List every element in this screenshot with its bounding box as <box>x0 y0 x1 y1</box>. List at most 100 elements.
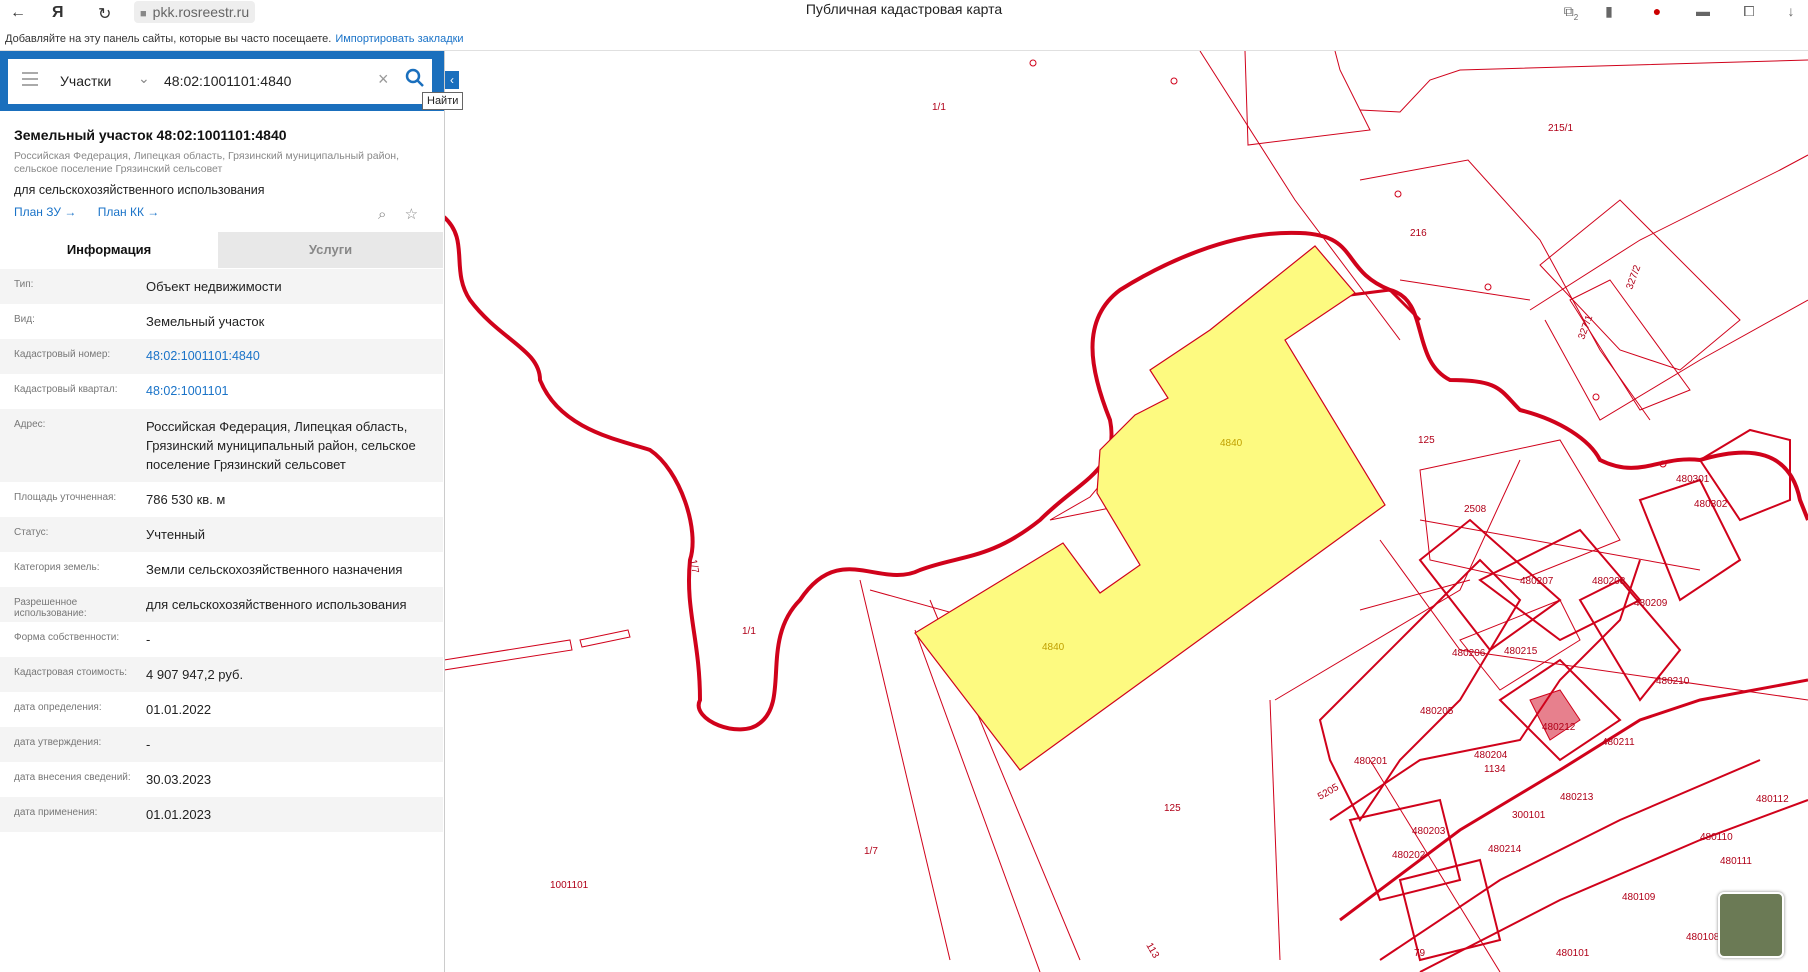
map-label: 480109 <box>1622 892 1656 903</box>
browser-toolbar: ← Я ↻ ■ pkk.rosreestr.ru Публичная кадаст… <box>0 0 1808 28</box>
map-label: 480208 <box>1592 576 1626 587</box>
tab-title: Публичная кадастровая карта <box>805 1 1003 17</box>
info-row: Категория земель: Земли сельскохозяйствен… <box>0 552 443 587</box>
info-row-label: Форма собственности: <box>14 632 120 643</box>
profile-icon[interactable]: ● <box>1648 3 1666 21</box>
category-select[interactable]: Участки <box>60 73 111 89</box>
map-label: 480207 <box>1520 576 1554 587</box>
map-label: 480206 <box>1452 648 1486 659</box>
map-label: 480205 <box>1420 706 1454 717</box>
info-row-label: Кадастровая стоимость: <box>14 667 128 678</box>
info-row-value: 786 530 кв. м <box>146 492 226 507</box>
parcel-title: Земельный участок 48:02:1001101:4840 <box>14 127 287 143</box>
info-row-value: Российская Федерация, Липецкая область, … <box>146 419 416 472</box>
parcel-address: Российская Федерация, Липецкая область, … <box>14 150 399 175</box>
map-label: 480112 <box>1756 794 1789 805</box>
info-row-label: Адрес: <box>14 419 46 430</box>
map-label: 480213 <box>1560 792 1594 803</box>
map-label: 480214 <box>1488 844 1522 855</box>
plan-links: План ЗУ → План КК → <box>14 205 177 219</box>
info-row-label: Категория земель: <box>14 562 100 573</box>
info-row: Площадь уточненная: 786 530 кв. м <box>0 482 443 517</box>
map-label: 4840 <box>1042 642 1065 653</box>
search-input[interactable]: 48:02:1001101:4840 <box>164 73 291 89</box>
map-label: 79 <box>1414 948 1426 959</box>
info-row-value: 4 907 947,2 руб. <box>146 667 244 682</box>
map-label: 4840 <box>1220 438 1243 449</box>
info-row-label: Разрешенное использование: <box>14 597 87 619</box>
map-label: 1/7 <box>864 846 878 857</box>
map-label: 480301 <box>1676 474 1710 485</box>
downloads-icon[interactable]: ▬ <box>1694 3 1712 21</box>
info-row-value: - <box>146 632 151 647</box>
chevron-down-icon[interactable]: ⌄ <box>138 70 150 87</box>
info-row: дата применения: 01.01.2023 <box>0 797 443 832</box>
info-row-label: Кадастровый номер: <box>14 349 111 360</box>
map-label: 480203 <box>1412 826 1446 837</box>
info-row-value: Объект недвижимости <box>146 279 282 294</box>
map-label: 480111 <box>1720 856 1752 867</box>
search-bar: Участки ⌄ 48:02:1001101:4840 × <box>0 51 444 111</box>
info-row: дата утверждения: - <box>0 727 443 762</box>
info-row: Кадастровый номер: 48:02:1001101:4840 <box>0 339 443 374</box>
info-row-value: Земельный участок <box>146 314 265 329</box>
map-label: 215/1 <box>1548 123 1573 134</box>
bookmarks-hint: Добавляйте на эту панель сайты, которые … <box>5 33 332 45</box>
collapse-panel-button[interactable]: ‹ <box>445 71 459 89</box>
plan-zu-link[interactable]: План ЗУ → <box>14 205 76 219</box>
info-row-label: дата определения: <box>14 702 102 713</box>
menu-icon[interactable] <box>22 72 38 90</box>
clear-icon[interactable]: × <box>378 69 389 90</box>
info-panel: Участки ⌄ 48:02:1001101:4840 × ‹ Земельн… <box>0 51 459 972</box>
info-row-value: Земли сельскохозяйственного назначения <box>146 562 403 577</box>
zoom-to-parcel-icon[interactable]: ⌕ <box>378 206 386 223</box>
map-label: 480209 <box>1634 598 1668 609</box>
map-label: 300101 <box>1512 810 1546 821</box>
info-row-label: Вид: <box>14 314 35 325</box>
info-row-label: Кадастровый квартал: <box>14 384 118 395</box>
parcel-actions: ⌕ ☆ <box>378 205 432 223</box>
map-label: 480215 <box>1504 646 1538 657</box>
map-label: 480204 <box>1474 750 1508 761</box>
info-row: дата внесения сведений: 30.03.2023 <box>0 762 443 797</box>
satellite-layer-button[interactable] <box>1718 892 1784 958</box>
info-row-value: - <box>146 737 151 752</box>
info-row: Форма собственности: - <box>0 622 443 657</box>
menu-icon[interactable]: ↓ <box>1782 3 1800 21</box>
map-label: 216 <box>1410 228 1427 239</box>
info-row: Статус: Учтенный <box>0 517 443 552</box>
map-label: 480202 <box>1392 850 1426 861</box>
info-table: Тип: Объект недвижимости Вид: Земельный уча… <box>0 269 443 832</box>
info-row-value: Учтенный <box>146 527 206 542</box>
star-icon[interactable]: ☆ <box>405 206 418 223</box>
info-row-value[interactable]: 48:02:1001101:4840 <box>146 339 429 374</box>
info-row-value: для сельскохозяйственного использования <box>146 597 407 612</box>
bookmark-icon[interactable]: ▮ <box>1600 3 1618 21</box>
info-row-label: дата применения: <box>14 807 98 818</box>
map-label: 480108 <box>1686 932 1720 943</box>
tab-bar: Информация Услуги <box>0 232 443 268</box>
plan-kk-link[interactable]: План КК → <box>98 205 160 219</box>
info-row: Вид: Земельный участок <box>0 304 443 339</box>
info-row: дата определения: 01.01.2022 <box>0 692 443 727</box>
bookmarks-bar: Добавляйте на эту панель сайты, которые … <box>0 28 1808 51</box>
info-row-label: дата утверждения: <box>14 737 102 748</box>
map-label: 480201 <box>1354 756 1388 767</box>
tab-services[interactable]: Услуги <box>218 232 443 268</box>
info-row-value: 30.03.2023 <box>146 772 212 787</box>
info-row-value[interactable]: 48:02:1001101 <box>146 374 429 409</box>
map-label: 125 <box>1164 803 1181 814</box>
extensions-icon[interactable]: ⧉2 <box>1562 3 1580 22</box>
map-label: 125 <box>1418 435 1435 446</box>
import-bookmarks-link[interactable]: Импортировать закладки <box>335 33 463 45</box>
tab-info[interactable]: Информация <box>0 232 218 268</box>
info-row: Кадастровая стоимость: 4 907 947,2 руб. <box>0 657 443 692</box>
map-label: 1/1 <box>932 102 946 113</box>
screenshot-icon[interactable]: ⧠ <box>1740 3 1758 21</box>
map-label: 480101 <box>1556 948 1590 959</box>
search-tooltip: Найти <box>422 92 464 110</box>
info-row-label: дата внесения сведений: <box>14 772 131 783</box>
info-row-value: 01.01.2023 <box>146 807 212 822</box>
search-icon[interactable] <box>404 67 426 89</box>
map-label: 480302 <box>1694 499 1728 510</box>
